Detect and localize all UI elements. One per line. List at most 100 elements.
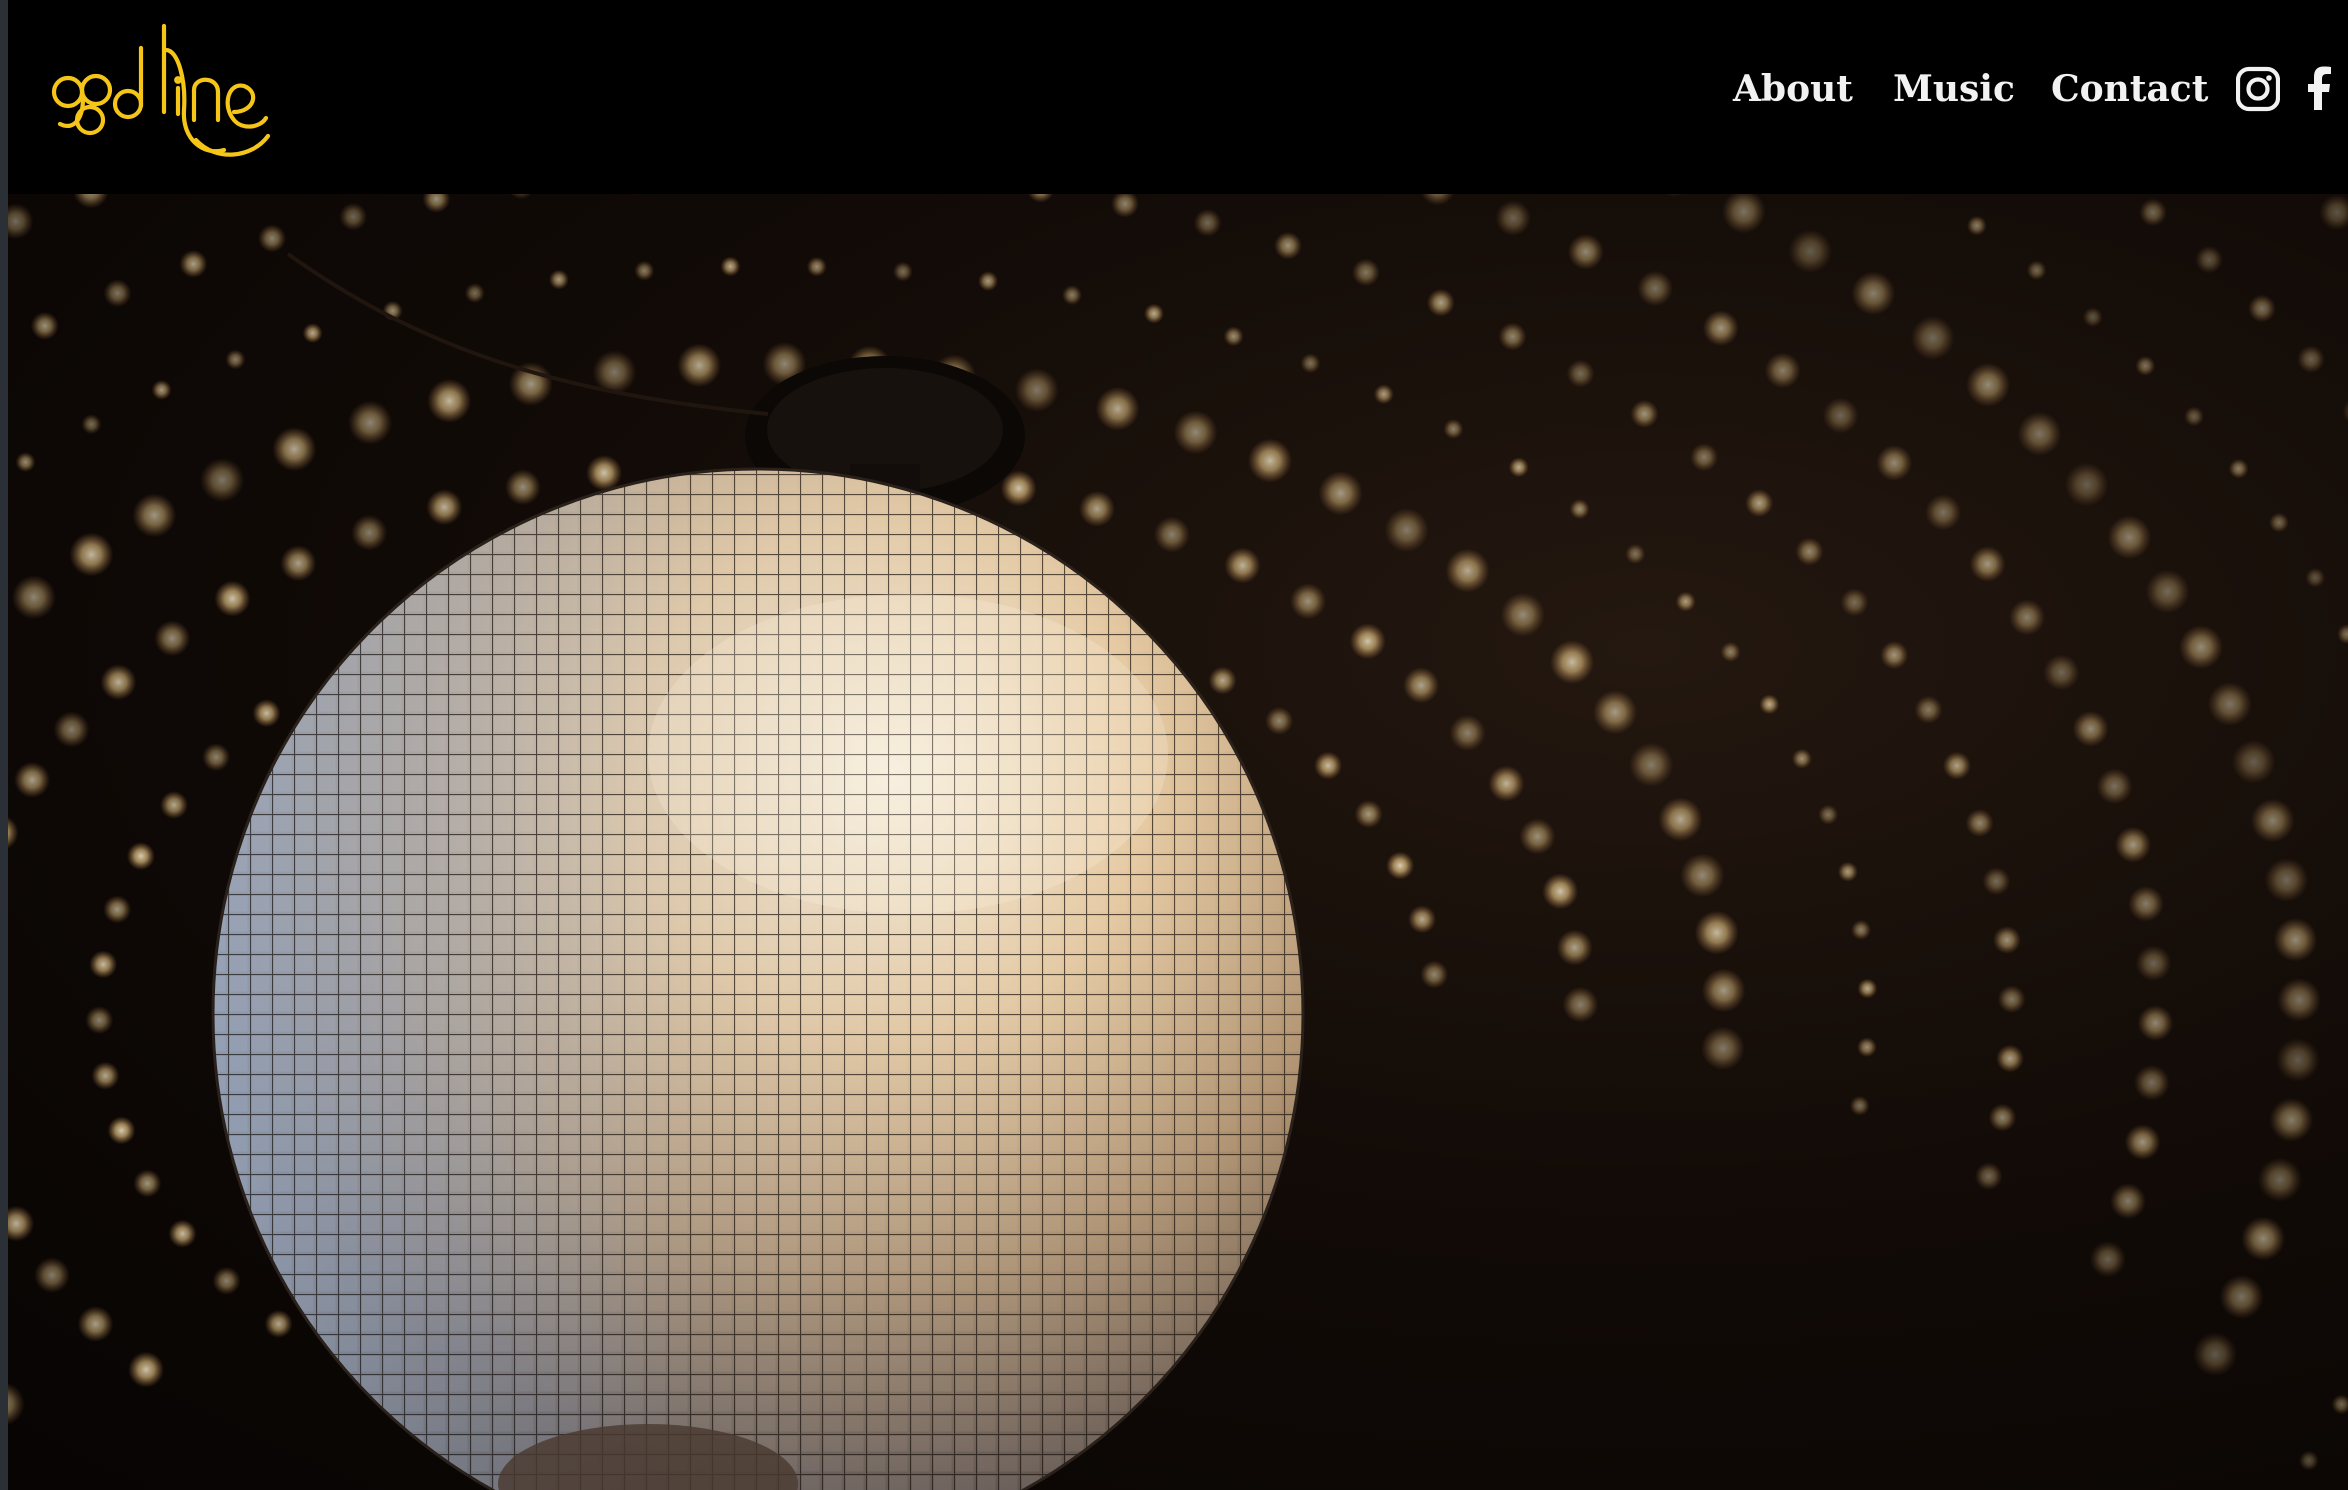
browser-edge xyxy=(0,0,8,1490)
light-spot xyxy=(2231,739,2276,784)
light-spot xyxy=(1993,926,2021,954)
disco-ball xyxy=(211,467,1305,1490)
hero-image xyxy=(8,194,2348,1490)
light-spot xyxy=(892,261,913,282)
light-spot xyxy=(126,842,155,871)
light-spot xyxy=(2277,977,2322,1022)
light-spot xyxy=(1851,271,1896,316)
disco-ball-image xyxy=(8,194,2348,1490)
light-spot xyxy=(179,249,208,278)
light-spot xyxy=(1443,419,1464,439)
light-spot xyxy=(510,194,533,200)
light-spot xyxy=(1300,353,1321,374)
light-spot xyxy=(1408,905,1437,934)
nav-link-music[interactable]: Music xyxy=(1893,62,2015,116)
light-spot xyxy=(1629,742,1674,787)
light-spot xyxy=(1111,194,1139,218)
light-spot xyxy=(1630,399,1659,428)
light-spot xyxy=(1562,986,1599,1023)
light-spot xyxy=(1982,867,2011,896)
light-spot xyxy=(258,224,287,253)
light-spot xyxy=(1637,270,1674,307)
light-spot xyxy=(339,202,368,231)
light-spot xyxy=(1445,548,1490,593)
light-spot xyxy=(1721,194,1766,234)
light-spot xyxy=(1208,666,1237,695)
light-spot xyxy=(133,1169,162,1198)
light-spot xyxy=(2139,198,2167,227)
light-spot xyxy=(1373,384,1394,405)
light-spot xyxy=(1495,200,1532,237)
light-spot xyxy=(11,575,56,620)
light-spot xyxy=(2275,1038,2320,1082)
light-spot xyxy=(200,458,245,503)
light-spot xyxy=(1795,537,1824,566)
light-spot xyxy=(1966,362,2011,407)
light-spot xyxy=(1079,490,1115,527)
light-spot xyxy=(1193,208,1222,237)
light-spot xyxy=(1759,694,1780,715)
light-spot xyxy=(103,895,132,924)
light-spot xyxy=(73,194,109,209)
light-spot xyxy=(1680,853,1725,898)
light-spot xyxy=(160,791,188,819)
light-spot xyxy=(8,203,34,240)
light-spot xyxy=(1449,714,1486,751)
nav-link-about[interactable]: About xyxy=(1733,62,1853,116)
light-spot xyxy=(1567,233,1604,270)
site-header: About Music Contact xyxy=(8,0,2348,194)
light-spot xyxy=(2219,1274,2264,1319)
light-spot xyxy=(1498,322,1527,351)
light-spot xyxy=(1914,695,1943,724)
light-spot xyxy=(1265,706,1294,735)
light-spot xyxy=(85,1006,114,1035)
light-spot xyxy=(34,1257,70,1294)
light-spot xyxy=(806,256,827,277)
light-spot xyxy=(1153,516,1190,553)
nav-link-contact[interactable]: Contact xyxy=(2051,62,2208,116)
light-spot xyxy=(2269,512,2289,533)
light-spot xyxy=(302,323,323,344)
light-spot xyxy=(154,620,191,657)
light-spot xyxy=(81,414,102,435)
light-spot xyxy=(1550,640,1595,685)
light-spot xyxy=(132,493,177,538)
light-spot xyxy=(586,454,623,491)
light-spot xyxy=(1420,960,1449,989)
light-spot xyxy=(1144,303,1164,324)
light-spot xyxy=(2133,1064,2170,1101)
light-spot xyxy=(128,1351,165,1388)
light-spot xyxy=(8,1205,35,1242)
light-spot xyxy=(1791,748,1812,769)
light-spot xyxy=(1014,368,1059,412)
facebook-link[interactable] xyxy=(2304,62,2334,116)
light-spot xyxy=(1542,873,1579,910)
light-spot xyxy=(2298,1450,2319,1471)
light-spot xyxy=(1965,809,1994,837)
light-spot xyxy=(1062,285,1082,306)
light-spot xyxy=(1849,1095,1870,1116)
light-spot xyxy=(2072,710,2109,747)
light-spot xyxy=(2337,624,2348,645)
light-spot xyxy=(1519,818,1556,855)
light-spot xyxy=(1386,851,1415,880)
light-spot xyxy=(1840,588,1869,617)
light-spot xyxy=(1788,229,1833,274)
light-spot xyxy=(1248,438,1292,483)
instagram-link[interactable] xyxy=(2235,62,2281,116)
light-spot xyxy=(2179,625,2223,670)
light-spot xyxy=(2110,1183,2146,1220)
light-spot xyxy=(1701,968,1746,1013)
light-spot xyxy=(91,1061,120,1090)
light-spot xyxy=(464,283,485,304)
light-spot xyxy=(1851,919,1871,940)
light-spot xyxy=(351,514,388,551)
light-spot xyxy=(272,427,317,472)
light-spot xyxy=(1095,386,1140,431)
light-spot xyxy=(14,761,51,798)
light-spot xyxy=(1837,861,1858,882)
light-spot xyxy=(1349,623,1386,660)
light-spot xyxy=(1027,194,1054,203)
light-spot xyxy=(1274,231,1302,260)
site-logo[interactable] xyxy=(46,20,281,160)
